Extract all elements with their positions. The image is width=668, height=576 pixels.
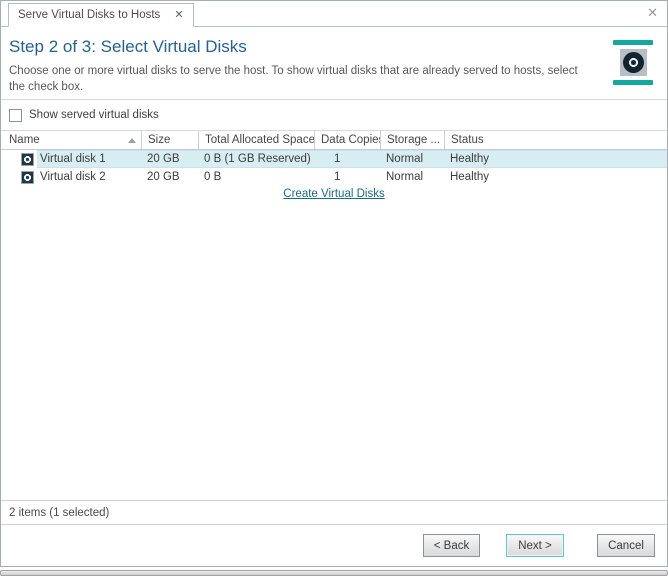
- column-header-status[interactable]: Status: [444, 131, 667, 149]
- show-served-checkbox[interactable]: [9, 109, 22, 122]
- tab-serve-virtual-disks[interactable]: Serve Virtual Disks to Hosts ✕: [8, 3, 194, 27]
- tab-bar: Serve Virtual Disks to Hosts ✕ ✕: [1, 1, 667, 27]
- column-header-name[interactable]: Name: [1, 131, 141, 149]
- cell-status: Healthy: [444, 171, 667, 183]
- virtual-disk-row-icon: [21, 153, 34, 166]
- dialog-frame: Serve Virtual Disks to Hosts ✕ ✕ Step 2 …: [0, 0, 668, 567]
- create-virtual-disks-link[interactable]: Create Virtual Disks: [283, 188, 384, 200]
- tab-close-icon[interactable]: ✕: [174, 10, 183, 21]
- cell-name: Virtual disk 1: [37, 153, 141, 165]
- status-bar: 2 items (1 selected): [1, 500, 667, 525]
- cell-size: 20 GB: [141, 171, 198, 183]
- serve-virtual-disks-dialog: Serve Virtual Disks to Hosts ✕ ✕ Step 2 …: [0, 0, 668, 576]
- disk-icon-bottom-bar: [613, 80, 653, 85]
- show-served-checkbox-row[interactable]: Show served virtual disks: [1, 100, 667, 130]
- items-count-text: 2 items (1 selected): [9, 507, 109, 519]
- table-row-virtual-disk-1[interactable]: Virtual disk 1 20 GB 0 B (1 GB Reserved)…: [1, 150, 667, 168]
- cell-storage: Normal: [380, 153, 444, 165]
- cell-status: Healthy: [444, 153, 667, 165]
- window-close-icon[interactable]: ✕: [647, 6, 658, 19]
- table-row-virtual-disk-2[interactable]: Virtual disk 2 20 GB 0 B 1 Normal Health…: [1, 168, 667, 186]
- disk-icon-top-bar: [613, 40, 653, 45]
- outer-window-bottom-edge: [0, 570, 668, 576]
- cancel-button[interactable]: Cancel: [597, 534, 655, 557]
- page-title: Step 2 of 3: Select Virtual Disks: [9, 37, 611, 57]
- next-button[interactable]: Next >: [506, 534, 564, 557]
- page-description: Choose one or more virtual disks to serv…: [9, 64, 587, 95]
- column-header-storage[interactable]: Storage ...: [380, 131, 444, 149]
- table-header-row: Name Size Total Allocated Space Data Cop…: [1, 130, 667, 150]
- column-header-data-copies[interactable]: Data Copies: [314, 131, 380, 149]
- column-header-size[interactable]: Size: [141, 131, 198, 149]
- cell-size: 20 GB: [141, 153, 198, 165]
- cell-data-copies: 1: [314, 171, 380, 183]
- virtual-disks-table: Name Size Total Allocated Space Data Cop…: [1, 130, 667, 205]
- virtual-disk-row-icon: [21, 171, 34, 184]
- column-header-total-allocated-space[interactable]: Total Allocated Space: [198, 131, 314, 149]
- cell-name: Virtual disk 2: [37, 171, 141, 183]
- virtual-disk-icon: [611, 40, 655, 95]
- tab-label: Serve Virtual Disks to Hosts: [18, 9, 160, 21]
- cell-data-copies: 1: [314, 153, 380, 165]
- wizard-header: Step 2 of 3: Select Virtual Disks Choose…: [1, 27, 667, 99]
- back-button[interactable]: < Back: [423, 534, 480, 557]
- wizard-footer: < Back Next > Cancel: [1, 525, 667, 566]
- cell-storage: Normal: [380, 171, 444, 183]
- show-served-label: Show served virtual disks: [29, 109, 159, 121]
- cell-total-allocated-space: 0 B (1 GB Reserved): [198, 153, 314, 165]
- cell-total-allocated-space: 0 B: [198, 171, 314, 183]
- empty-table-area: [1, 205, 667, 500]
- sort-ascending-icon: [128, 138, 136, 143]
